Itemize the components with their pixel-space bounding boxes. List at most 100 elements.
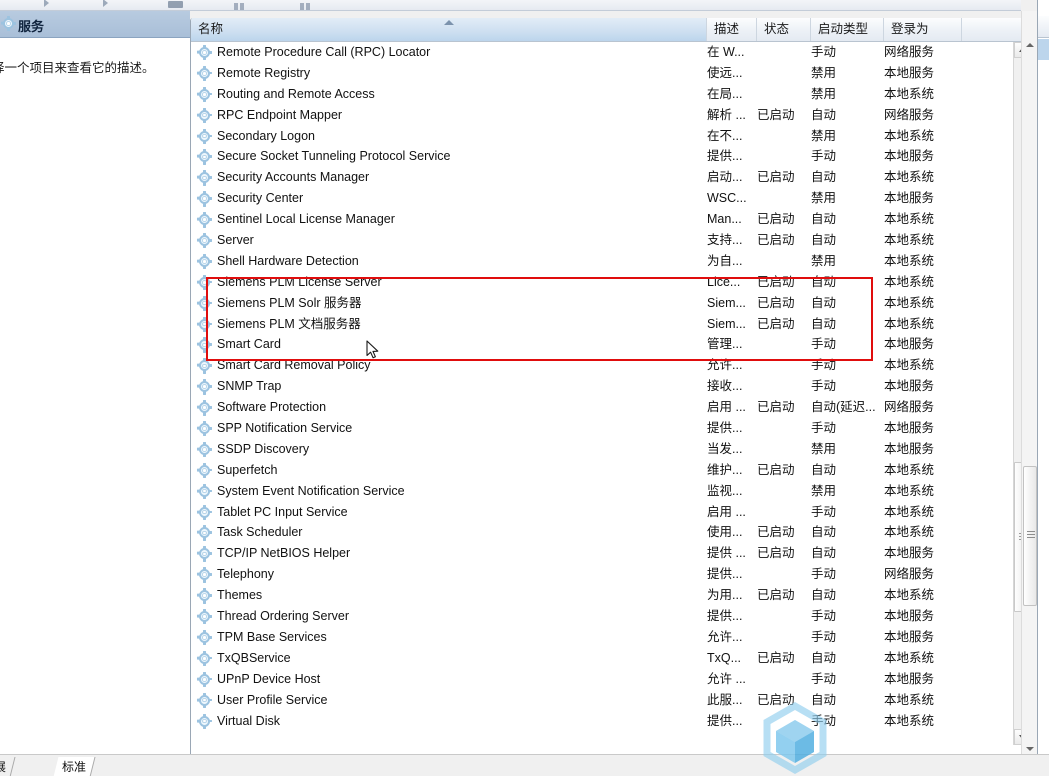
service-gear-icon [197, 379, 213, 395]
table-row[interactable]: Security Accounts Manager 启动... 已启动 自动 本地系统 [191, 167, 1029, 188]
table-row[interactable]: TPM Base Services 允许... 手动 本地服务 [191, 627, 1029, 648]
column-header-logon[interactable]: 登录为 [884, 18, 962, 41]
table-row[interactable]: TCP/IP NetBIOS Helper 提供 ... 已启动 自动 本地服务 [191, 543, 1029, 564]
table-row[interactable]: Remote Registry 使远... 禁用 本地服务 [191, 63, 1029, 84]
table-row[interactable]: Server 支持... 已启动 自动 本地系统 [191, 230, 1029, 251]
cell-description: 解析 ... [707, 107, 746, 122]
tab-extended[interactable]: 展 [0, 757, 16, 776]
table-row[interactable]: Siemens PLM Solr 服务器 Siem... 已启动 自动 本地系统 [191, 293, 1029, 314]
service-gear-icon [197, 316, 213, 332]
table-row[interactable]: System Event Notification Service 监视... 禁用… [191, 481, 1029, 502]
cell-logon-as: 本地系统 [884, 713, 935, 728]
columns-icon[interactable] [234, 0, 248, 10]
table-row[interactable]: RPC Endpoint Mapper 解析 ... 已启动 自动 网络服务 [191, 105, 1029, 126]
cell-description: 接收... [707, 379, 743, 394]
cell-logon-as: 网络服务 [884, 45, 935, 59]
column-header-status[interactable]: 状态 [757, 18, 811, 41]
cell-name: Telephony [217, 567, 274, 582]
cell-status [757, 481, 811, 502]
cell-status [757, 564, 811, 585]
table-row[interactable]: Thread Ordering Server 提供... 手动 本地服务 [191, 606, 1029, 627]
column-header-name[interactable]: 名称 [191, 18, 707, 41]
table-row[interactable]: Sentinel Local License Manager Man... 已启动 自… [191, 209, 1029, 230]
cell-startup-type: 禁用 [811, 191, 837, 206]
table-row[interactable]: Secondary Logon 在不... 禁用 本地系统 [191, 126, 1029, 147]
cell-status: 已启动 [757, 107, 795, 122]
table-row[interactable]: Themes 为用... 已启动 自动 本地系统 [191, 585, 1029, 606]
window-icon[interactable] [168, 1, 183, 8]
window-scroll-up-arrow-icon[interactable] [1022, 37, 1038, 54]
table-row[interactable]: User Profile Service 此服... 已启动 自动 本地系统 [191, 690, 1029, 711]
cell-logon-as: 本地系统 [884, 462, 935, 477]
table-row[interactable]: Siemens PLM License Server Lice... 已启动 自动 本地… [191, 272, 1029, 293]
table-row[interactable]: Siemens PLM 文档服务器 Siem... 已启动 自动 本地系统 [191, 314, 1029, 335]
columns-icon[interactable] [300, 0, 314, 10]
window-vertical-scrollbar[interactable] [1021, 11, 1038, 760]
actions-pane-selected-item[interactable] [1038, 39, 1049, 60]
forward-arrow-icon[interactable] [44, 0, 49, 7]
table-row[interactable]: Shell Hardware Detection 为自... 禁用 本地系统 [191, 251, 1029, 272]
cell-startup-type: 自动 [811, 233, 837, 248]
cell-startup-type: 手动 [811, 713, 837, 728]
service-gear-icon [197, 86, 213, 103]
cell-name: Security Accounts Manager [217, 170, 370, 185]
cell-logon-as: 本地服务 [884, 609, 935, 624]
table-row[interactable]: Routing and Remote Access 在局... 禁用 本地系统 [191, 84, 1029, 105]
cell-name: System Event Notification Service [217, 483, 405, 498]
cell-startup-type: 自动 [811, 462, 837, 477]
cell-status [757, 669, 811, 690]
tab-standard[interactable]: 标准 [53, 757, 96, 776]
cell-description: 在 W... [707, 45, 745, 59]
cell-logon-as: 本地服务 [884, 546, 935, 561]
table-row[interactable]: Smart Card Removal Policy 允许... 手动 本地系统 [191, 355, 1029, 376]
table-row[interactable]: Secure Socket Tunneling Protocol Service… [191, 146, 1029, 167]
service-gear-icon [197, 128, 213, 144]
column-header-row: 名称 描述 状态 启动类型 登录为 [191, 18, 1029, 42]
services-list-pane: 名称 描述 状态 启动类型 登录为 Remote Procedure Call (RPC… [190, 18, 1030, 760]
cell-status [757, 439, 811, 460]
cell-name: User Profile Service [217, 692, 328, 707]
cell-startup-type: 自动 [811, 170, 837, 185]
cell-status: 已启动 [757, 295, 795, 310]
cell-name: Tablet PC Input Service [217, 504, 348, 519]
cell-status: 已启动 [757, 170, 795, 185]
cell-startup-type: 自动 [811, 525, 837, 540]
table-row[interactable]: Task Scheduler 使用... 已启动 自动 本地系统 [191, 522, 1029, 543]
cell-startup-type: 禁用 [811, 441, 837, 456]
table-row[interactable]: Superfetch 维护... 已启动 自动 本地系统 [191, 460, 1029, 481]
window-scrollbar-thumb[interactable] [1023, 466, 1037, 606]
table-row[interactable]: Tablet PC Input Service 启用 ... 手动 本地系统 [191, 502, 1029, 523]
table-row[interactable]: Virtual Disk 提供... 手动 本地系统 [191, 711, 1029, 732]
cell-status [757, 418, 811, 439]
services-list[interactable]: Remote Procedure Call (RPC) Locator 在 W..… [191, 42, 1029, 745]
cell-name: Siemens PLM 文档服务器 [217, 316, 361, 331]
cell-startup-type: 自动 [811, 650, 837, 665]
column-header-startup[interactable]: 启动类型 [811, 18, 884, 41]
cell-name: Server [217, 233, 254, 248]
cell-description: 维护... [707, 462, 743, 477]
table-row[interactable]: SNMP Trap 接收... 手动 本地服务 [191, 376, 1029, 397]
cell-startup-type: 手动 [811, 609, 837, 624]
service-gear-icon [197, 107, 213, 124]
cell-description: 提供... [707, 421, 743, 436]
forward-arrow-icon[interactable] [103, 0, 108, 7]
table-row[interactable]: SPP Notification Service 提供... 手动 本地服务 [191, 418, 1029, 439]
cell-name: RPC Endpoint Mapper [217, 107, 343, 122]
column-header-label: 名称 [198, 22, 224, 36]
table-row[interactable]: UPnP Device Host 允许 ... 手动 本地服务 [191, 669, 1029, 690]
table-row[interactable]: SSDP Discovery 当发... 禁用 本地服务 [191, 439, 1029, 460]
table-row[interactable]: Software Protection 启用 ... 已启动 自动(延迟... 网络服务 [191, 397, 1029, 418]
cell-name: SNMP Trap [217, 379, 282, 394]
table-row[interactable]: Security Center WSC... 禁用 本地服务 [191, 188, 1029, 209]
cell-status [757, 42, 811, 63]
column-header-desc[interactable]: 描述 [707, 18, 757, 41]
service-gear-icon [197, 212, 213, 228]
cell-status: 已启动 [757, 462, 795, 477]
cell-logon-as: 本地系统 [884, 525, 935, 540]
table-row[interactable]: Remote Procedure Call (RPC) Locator 在 W..… [191, 42, 1029, 63]
table-row[interactable]: Telephony 提供... 手动 网络服务 [191, 564, 1029, 585]
table-row[interactable]: Smart Card 管理... 手动 本地服务 [191, 334, 1029, 355]
cell-description: 启用 ... [707, 400, 746, 415]
cell-status [757, 627, 811, 648]
table-row[interactable]: TxQBService TxQ... 已启动 自动 本地系统 [191, 648, 1029, 669]
